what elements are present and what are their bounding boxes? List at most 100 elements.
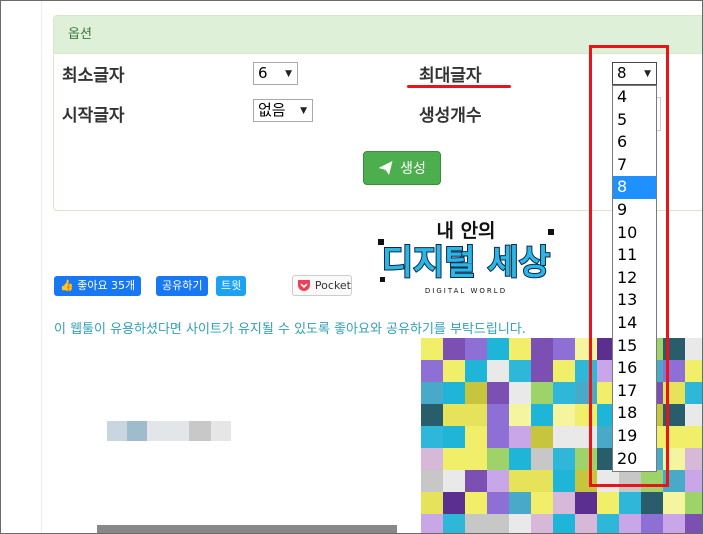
mosaic-tile [421, 404, 443, 426]
mosaic-tile [421, 448, 443, 470]
mosaic-tile [443, 404, 465, 426]
logo-line1: 내 안의 [436, 220, 495, 242]
mosaic-tile [509, 360, 531, 382]
mosaic-tile [509, 470, 531, 492]
mosaic-tile [443, 360, 465, 382]
min-chars-value: 6 [258, 64, 268, 82]
mosaic-tile [641, 514, 663, 533]
min-chars-label: 최소글자 [62, 66, 125, 86]
send-icon [378, 161, 393, 175]
mosaic-tile [553, 426, 575, 448]
mosaic-tile [487, 448, 509, 470]
mosaic-tile [487, 492, 509, 514]
blurred-content [107, 421, 127, 441]
mosaic-tile [421, 426, 443, 448]
mosaic-tile [509, 426, 531, 448]
mosaic-tile [443, 426, 465, 448]
mosaic-tile [553, 338, 575, 360]
mosaic-tile [575, 514, 597, 533]
mosaic-tile [421, 470, 443, 492]
chevron-down-icon: ▼ [285, 69, 292, 79]
left-divider [41, 1, 42, 533]
generate-button[interactable]: 생성 [363, 151, 441, 185]
mosaic-tile [421, 382, 443, 404]
mosaic-tile [487, 514, 509, 533]
mosaic-tile [619, 514, 641, 533]
mosaic-tile [509, 404, 531, 426]
mosaic-tile [487, 382, 509, 404]
mosaic-tile [465, 426, 487, 448]
mosaic-tile [685, 426, 702, 448]
blurred-content [147, 421, 189, 441]
mosaic-tile [443, 382, 465, 404]
mosaic-tile [531, 404, 553, 426]
mosaic-tile [685, 382, 702, 404]
mosaic-tile [531, 426, 553, 448]
chevron-down-icon: ▼ [300, 106, 307, 116]
mosaic-tile [465, 360, 487, 382]
mosaic-tile [619, 492, 641, 514]
mosaic-tile [531, 514, 553, 533]
mosaic-tile [421, 338, 443, 360]
mosaic-tile [685, 448, 702, 470]
mosaic-tile [465, 470, 487, 492]
mosaic-tile [685, 404, 702, 426]
max-chars-underline [407, 85, 511, 88]
mosaic-tile [487, 426, 509, 448]
mosaic-tile [487, 338, 509, 360]
mosaic-tile [487, 404, 509, 426]
mosaic-tile [575, 492, 597, 514]
mosaic-tile [553, 514, 575, 533]
mosaic-tile [531, 338, 553, 360]
mosaic-tile [663, 514, 685, 533]
start-char-select[interactable]: 없음 ▼ [253, 99, 313, 122]
mosaic-tile [531, 492, 553, 514]
mosaic-tile [509, 382, 531, 404]
blurred-content [189, 421, 211, 441]
support-notice: 이 웹툴이 유용하셨다면 사이트가 유지될 수 있도록 좋아요와 공유하기를 부… [54, 322, 526, 337]
mosaic-tile [465, 338, 487, 360]
mosaic-tile [685, 470, 702, 492]
mosaic-tile [465, 382, 487, 404]
mosaic-tile [553, 470, 575, 492]
start-char-value: 없음 [258, 101, 286, 119]
pocket-label: Pocket [314, 279, 351, 292]
mosaic-tile [443, 470, 465, 492]
blurred-content [211, 421, 231, 441]
facebook-share-button[interactable]: 공유하기 [156, 276, 209, 296]
mosaic-tile [443, 514, 465, 533]
mosaic-tile [443, 338, 465, 360]
mosaic-tile [685, 514, 702, 533]
mosaic-tile [443, 448, 465, 470]
facebook-like-button[interactable]: 👍 좋아요 35개 [54, 276, 142, 296]
mosaic-tile [553, 492, 575, 514]
mosaic-tile [487, 470, 509, 492]
mosaic-tile [685, 360, 702, 382]
mosaic-tile [509, 492, 531, 514]
mosaic-tile [465, 492, 487, 514]
pocket-button[interactable]: Pocket [292, 275, 352, 296]
min-chars-select[interactable]: 6 ▼ [253, 62, 298, 85]
page-frame: 옵션 최소글자 6 ▼ 최대글자 8 ▼ 시작글자 없음 ▼ 생성개수 생성 내… [0, 0, 703, 534]
logo-line3: DIGITAL WORLD [425, 287, 507, 295]
blurred-content [127, 421, 147, 441]
mosaic-tile [531, 382, 553, 404]
pocket-icon [297, 280, 310, 291]
tweet-button[interactable]: 트윗 [216, 276, 247, 296]
mosaic-tile [531, 470, 553, 492]
max-chars-label: 최대글자 [419, 66, 482, 86]
mosaic-tile [531, 360, 553, 382]
start-char-label: 시작글자 [62, 106, 125, 126]
digital-world-logo: 내 안의 디지털 세상 DIGITAL WORLD [378, 220, 554, 295]
blurred-content [97, 525, 397, 533]
like-label: 좋아요 35개 [77, 279, 136, 292]
mosaic-tile [685, 338, 702, 360]
mosaic-tile [421, 514, 443, 533]
mosaic-tile [465, 514, 487, 533]
mosaic-tile [465, 404, 487, 426]
mosaic-tile [487, 360, 509, 382]
mosaic-tile [685, 492, 702, 514]
mosaic-tile [421, 492, 443, 514]
mosaic-tile [509, 338, 531, 360]
mosaic-tile [553, 382, 575, 404]
